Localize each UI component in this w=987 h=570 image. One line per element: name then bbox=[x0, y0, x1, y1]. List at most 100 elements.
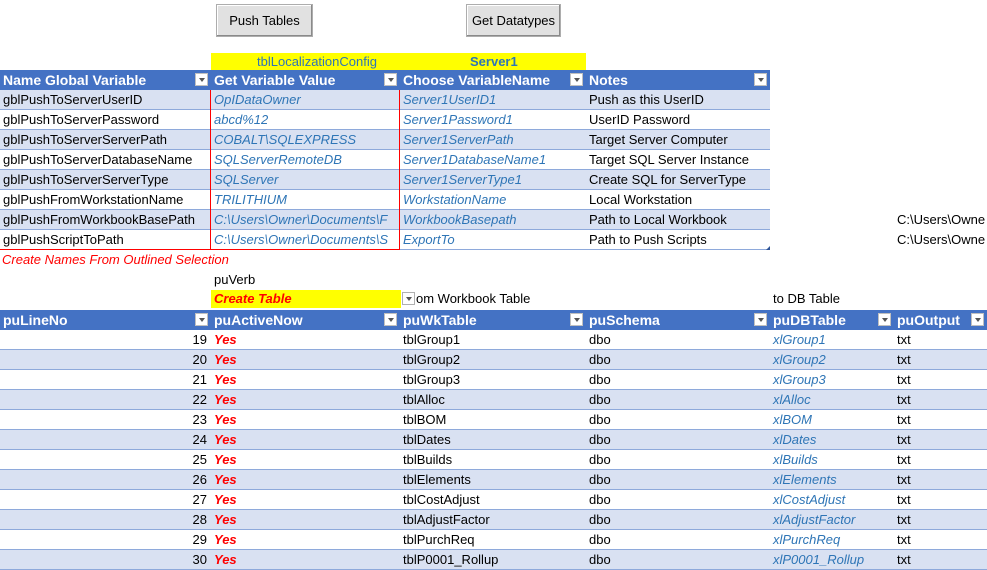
push-schema[interactable]: dbo bbox=[586, 530, 770, 550]
config-var-choice[interactable]: Server1ServerPath bbox=[400, 130, 586, 150]
filter-dropdown-icon[interactable] bbox=[195, 73, 208, 86]
push-output[interactable]: txt bbox=[894, 490, 987, 510]
push-activenow[interactable]: Yes bbox=[211, 330, 400, 350]
push-dbtable[interactable]: xlBuilds bbox=[770, 450, 894, 470]
push-schema[interactable]: dbo bbox=[586, 330, 770, 350]
config-var-note[interactable]: Path to Push Scripts bbox=[586, 230, 770, 250]
push-lineno[interactable]: 23 bbox=[0, 410, 211, 430]
push-wktable[interactable]: tblAdjustFactor bbox=[400, 510, 586, 530]
config-var-choice[interactable]: Server1ServerType1 bbox=[400, 170, 586, 190]
push-wktable[interactable]: tblBuilds bbox=[400, 450, 586, 470]
config-var-choice[interactable]: WorkbookBasepath bbox=[400, 210, 586, 230]
filter-dropdown-icon[interactable] bbox=[754, 313, 767, 326]
push-schema[interactable]: dbo bbox=[586, 490, 770, 510]
filter-dropdown-icon[interactable] bbox=[878, 313, 891, 326]
config-var-note[interactable]: Create SQL for ServerType bbox=[586, 170, 770, 190]
push-output[interactable]: txt bbox=[894, 330, 987, 350]
push-schema[interactable]: dbo bbox=[586, 390, 770, 410]
push-activenow[interactable]: Yes bbox=[211, 510, 400, 530]
push-wktable[interactable]: tblGroup2 bbox=[400, 350, 586, 370]
push-wktable[interactable]: tblPurchReq bbox=[400, 530, 586, 550]
push-lineno[interactable]: 28 bbox=[0, 510, 211, 530]
push-dbtable[interactable]: xlElements bbox=[770, 470, 894, 490]
config-var-note[interactable]: Target SQL Server Instance bbox=[586, 150, 770, 170]
push-header-dbtable[interactable]: puDBTable bbox=[770, 310, 894, 330]
filter-dropdown-icon[interactable] bbox=[570, 313, 583, 326]
push-dbtable[interactable]: xlP0001_Rollup bbox=[770, 550, 894, 570]
push-header-activenow[interactable]: puActiveNow bbox=[211, 310, 400, 330]
push-activenow[interactable]: Yes bbox=[211, 490, 400, 510]
filter-dropdown-icon[interactable] bbox=[971, 313, 984, 326]
push-header-wktable[interactable]: puWkTable bbox=[400, 310, 586, 330]
push-activenow[interactable]: Yes bbox=[211, 370, 400, 390]
config-var-choice[interactable]: WorkstationName bbox=[400, 190, 586, 210]
server-name[interactable]: Server1 bbox=[470, 53, 518, 70]
push-lineno[interactable]: 24 bbox=[0, 430, 211, 450]
push-activenow[interactable]: Yes bbox=[211, 450, 400, 470]
config-header-notes[interactable]: Notes bbox=[586, 70, 770, 90]
push-lineno[interactable]: 19 bbox=[0, 330, 211, 350]
push-output[interactable]: txt bbox=[894, 470, 987, 490]
config-var-choice[interactable]: Server1Password1 bbox=[400, 110, 586, 130]
filter-dropdown-icon[interactable] bbox=[754, 73, 767, 86]
push-dbtable[interactable]: xlAdjustFactor bbox=[770, 510, 894, 530]
push-wktable[interactable]: tblElements bbox=[400, 470, 586, 490]
push-lineno[interactable]: 25 bbox=[0, 450, 211, 470]
filter-dropdown-icon[interactable] bbox=[384, 313, 397, 326]
filter-dropdown-icon[interactable] bbox=[384, 73, 397, 86]
push-activenow[interactable]: Yes bbox=[211, 470, 400, 490]
push-header-output[interactable]: puOutput bbox=[894, 310, 987, 330]
push-output[interactable]: txt bbox=[894, 370, 987, 390]
push-lineno[interactable]: 30 bbox=[0, 550, 211, 570]
config-var-note[interactable]: Local Workstation bbox=[586, 190, 770, 210]
push-wktable[interactable]: tblGroup3 bbox=[400, 370, 586, 390]
push-output[interactable]: txt bbox=[894, 410, 987, 430]
push-lineno[interactable]: 27 bbox=[0, 490, 211, 510]
push-dbtable[interactable]: xlDates bbox=[770, 430, 894, 450]
push-wktable[interactable]: tblBOM bbox=[400, 410, 586, 430]
push-schema[interactable]: dbo bbox=[586, 450, 770, 470]
push-schema[interactable]: dbo bbox=[586, 430, 770, 450]
push-dbtable[interactable]: xlBOM bbox=[770, 410, 894, 430]
push-output[interactable]: txt bbox=[894, 350, 987, 370]
filter-dropdown-icon[interactable] bbox=[570, 73, 583, 86]
push-activenow[interactable]: Yes bbox=[211, 350, 400, 370]
push-schema[interactable]: dbo bbox=[586, 350, 770, 370]
push-output[interactable]: txt bbox=[894, 430, 987, 450]
get-datatypes-button[interactable]: Get Datatypes bbox=[466, 4, 561, 37]
push-dbtable[interactable]: xlGroup2 bbox=[770, 350, 894, 370]
push-dbtable[interactable]: xlGroup3 bbox=[770, 370, 894, 390]
push-wktable[interactable]: tblP0001_Rollup bbox=[400, 550, 586, 570]
config-var-note[interactable]: Target Server Computer bbox=[586, 130, 770, 150]
push-schema[interactable]: dbo bbox=[586, 470, 770, 490]
push-output[interactable]: txt bbox=[894, 530, 987, 550]
push-output[interactable]: txt bbox=[894, 450, 987, 470]
push-header-schema[interactable]: puSchema bbox=[586, 310, 770, 330]
push-schema[interactable]: dbo bbox=[586, 550, 770, 570]
verb-select[interactable]: Create Table bbox=[211, 290, 401, 308]
config-var-choice[interactable]: Server1UserID1 bbox=[400, 90, 586, 110]
config-var-note[interactable]: Push as this UserID bbox=[586, 90, 770, 110]
push-header-lineno[interactable]: puLineNo bbox=[0, 310, 211, 330]
push-activenow[interactable]: Yes bbox=[211, 410, 400, 430]
push-output[interactable]: txt bbox=[894, 510, 987, 530]
push-lineno[interactable]: 22 bbox=[0, 390, 211, 410]
push-lineno[interactable]: 29 bbox=[0, 530, 211, 550]
filter-dropdown-icon[interactable] bbox=[195, 313, 208, 326]
push-wktable[interactable]: tblDates bbox=[400, 430, 586, 450]
config-var-note[interactable]: Path to Local Workbook bbox=[586, 210, 770, 230]
config-header-value[interactable]: Get Variable Value bbox=[211, 70, 400, 90]
push-wktable[interactable]: tblGroup1 bbox=[400, 330, 586, 350]
verb-dropdown-icon[interactable] bbox=[402, 292, 415, 305]
push-lineno[interactable]: 20 bbox=[0, 350, 211, 370]
push-lineno[interactable]: 26 bbox=[0, 470, 211, 490]
push-dbtable[interactable]: xlCostAdjust bbox=[770, 490, 894, 510]
push-schema[interactable]: dbo bbox=[586, 370, 770, 390]
push-output[interactable]: txt bbox=[894, 550, 987, 570]
push-schema[interactable]: dbo bbox=[586, 410, 770, 430]
push-wktable[interactable]: tblCostAdjust bbox=[400, 490, 586, 510]
config-var-choice[interactable]: ExportTo bbox=[400, 230, 586, 250]
push-tables-button[interactable]: Push Tables bbox=[216, 4, 313, 37]
config-var-choice[interactable]: Server1DatabaseName1 bbox=[400, 150, 586, 170]
push-schema[interactable]: dbo bbox=[586, 510, 770, 530]
